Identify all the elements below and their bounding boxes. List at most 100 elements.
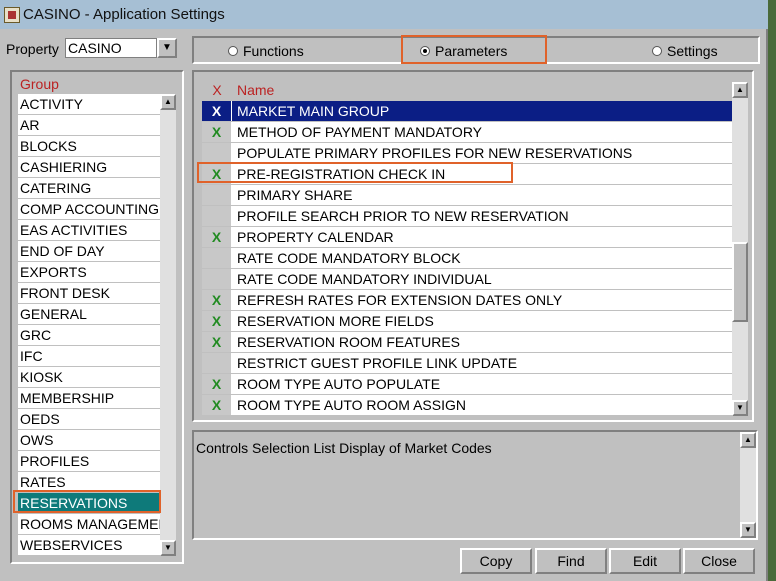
parameters-panel: X Name X MARKET MAIN GROUP X METHOD OF PAYM… [192,70,754,422]
group-item[interactable]: GENERAL [18,304,160,325]
parameter-check[interactable]: X [202,290,232,310]
parameter-name: METHOD OF PAYMENT MANDATORY [232,122,732,142]
parameter-check[interactable] [202,269,232,289]
group-item[interactable]: CASHIERING [18,157,160,178]
radio-dot [228,46,238,56]
group-item[interactable]: IFC [18,346,160,367]
find-button[interactable]: Find [535,548,607,574]
parameter-row[interactable]: X PROPERTY CALENDAR [202,227,732,248]
group-item[interactable]: KIOSK [18,367,160,388]
parameters-header: X Name [202,82,732,102]
parameter-name: PROFILE SEARCH PRIOR TO NEW RESERVATION [232,206,732,226]
parameter-name: RESERVATION ROOM FEATURES [232,332,732,352]
description-text: Controls Selection List Display of Marke… [196,440,492,456]
parameter-check[interactable]: X [202,395,232,415]
parameter-check[interactable]: X [202,101,232,121]
parameter-check[interactable]: X [202,122,232,142]
radio-functions[interactable]: Functions [228,43,304,59]
parameters-scrollbar[interactable]: ▲ ▼ [732,82,748,416]
parameter-row[interactable]: X RESERVATION ROOM FEATURES [202,332,732,353]
edit-button[interactable]: Edit [609,548,681,574]
parameter-name: REFRESH RATES FOR EXTENSION DATES ONLY [232,290,732,310]
parameter-check[interactable] [202,143,232,163]
radio-dot [652,46,662,56]
parameters-highlight [401,35,547,64]
parameter-row[interactable]: POPULATE PRIMARY PROFILES FOR NEW RESERV… [202,143,732,164]
group-item[interactable]: PROFILES [18,451,160,472]
parameter-row[interactable]: X RESERVATION MORE FIELDS [202,311,732,332]
radio-settings-label: Settings [667,43,718,59]
app-window: CASINO - Application Settings Property C… [0,0,768,581]
parameter-name: PRIMARY SHARE [232,185,732,205]
parameter-name: PROPERTY CALENDAR [232,227,732,247]
group-item[interactable]: COMP ACCOUNTING [18,199,160,220]
group-item[interactable]: OEDS [18,409,160,430]
parameter-check[interactable]: X [202,332,232,352]
scroll-down-icon[interactable]: ▼ [160,540,176,556]
parameter-row[interactable]: RATE CODE MANDATORY BLOCK [202,248,732,269]
group-item[interactable]: WEBSERVICES [18,535,160,556]
parameter-name: ROOM TYPE AUTO ROOM ASSIGN [232,395,732,415]
parameter-check[interactable]: X [202,227,232,247]
parameter-check[interactable]: X [202,374,232,394]
scroll-thumb[interactable] [732,242,748,322]
group-item[interactable]: AR [18,115,160,136]
parameters-list: X MARKET MAIN GROUP X METHOD OF PAYMENT MAN… [202,101,732,416]
parameter-row[interactable]: X MARKET MAIN GROUP [202,101,732,122]
parameter-row[interactable]: PROFILE SEARCH PRIOR TO NEW RESERVATION [202,206,732,227]
pre-registration-highlight [197,162,513,183]
parameter-check[interactable]: X [202,311,232,331]
group-item[interactable]: MEMBERSHIP [18,388,160,409]
description-panel: Controls Selection List Display of Marke… [192,430,758,540]
group-scrollbar[interactable]: ▲ ▼ [160,94,176,556]
group-item[interactable]: OWS [18,430,160,451]
group-item[interactable]: FRONT DESK [18,283,160,304]
parameter-name: MARKET MAIN GROUP [232,101,732,121]
app-icon [4,6,20,23]
radio-settings[interactable]: Settings [652,43,718,59]
parameter-name: RATE CODE MANDATORY BLOCK [232,248,732,268]
chevron-down-icon: ▼ [162,42,172,53]
parameter-row[interactable]: RESTRICT GUEST PROFILE LINK UPDATE [202,353,732,374]
property-dropdown-button[interactable]: ▼ [157,38,177,58]
parameter-name: POPULATE PRIMARY PROFILES FOR NEW RESERV… [232,143,732,163]
parameter-row[interactable]: X METHOD OF PAYMENT MANDATORY [202,122,732,143]
group-item[interactable]: EXPORTS [18,262,160,283]
group-item[interactable]: GRC [18,325,160,346]
reservations-highlight [13,490,161,513]
parameter-name: RATE CODE MANDATORY INDIVIDUAL [232,269,732,289]
scroll-up-icon[interactable]: ▲ [740,432,756,448]
parameter-check[interactable] [202,353,232,373]
scroll-down-icon[interactable]: ▼ [732,400,748,416]
parameter-check[interactable] [202,206,232,226]
scroll-up-icon[interactable]: ▲ [160,94,176,110]
header-x: X [212,82,222,98]
parameter-name: ROOM TYPE AUTO POPULATE [232,374,732,394]
property-input[interactable]: CASINO [65,38,157,58]
parameter-row[interactable]: PRIMARY SHARE [202,185,732,206]
group-item[interactable]: ACTIVITY [18,94,160,115]
parameter-check[interactable] [202,248,232,268]
radio-functions-label: Functions [243,43,304,59]
scroll-down-icon[interactable]: ▼ [740,522,756,538]
copy-button[interactable]: Copy [460,548,532,574]
group-item[interactable]: CATERING [18,178,160,199]
group-item[interactable]: END OF DAY [18,241,160,262]
group-list: ACTIVITY AR BLOCKS CASHIERING CATERING COMP A… [18,94,160,556]
title-bar: CASINO - Application Settings [0,0,768,29]
group-item[interactable]: EAS ACTIVITIES [18,220,160,241]
scroll-up-icon[interactable]: ▲ [732,82,748,98]
header-name: Name [237,82,275,98]
group-item[interactable]: BLOCKS [18,136,160,157]
close-button[interactable]: Close [683,548,755,574]
parameter-check[interactable] [202,185,232,205]
parameter-row[interactable]: X REFRESH RATES FOR EXTENSION DATES ONLY [202,290,732,311]
parameter-name: RESERVATION MORE FIELDS [232,311,732,331]
parameter-row[interactable]: X ROOM TYPE AUTO ROOM ASSIGN [202,395,732,416]
group-item[interactable]: ROOMS MANAGEMENT [18,514,160,535]
window-title: CASINO - Application Settings [23,6,225,23]
property-label: Property [6,41,59,57]
parameter-row[interactable]: RATE CODE MANDATORY INDIVIDUAL [202,269,732,290]
parameter-row[interactable]: X ROOM TYPE AUTO POPULATE [202,374,732,395]
description-scrollbar[interactable]: ▲ ▼ [740,432,756,538]
